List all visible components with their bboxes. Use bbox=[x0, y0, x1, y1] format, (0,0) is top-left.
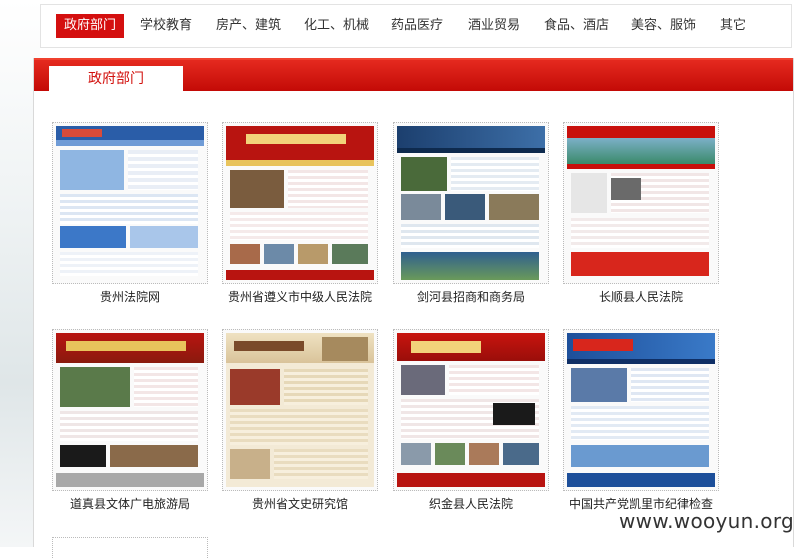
site-caption[interactable]: 贵州省文史研究馆 bbox=[202, 495, 398, 512]
site-thumbnail[interactable] bbox=[393, 122, 549, 284]
site-card[interactable]: 中国共产党凯里市纪律检查 bbox=[563, 329, 719, 511]
site-caption[interactable]: 贵州省遵义市中级人民法院 bbox=[202, 288, 398, 305]
site-thumbnail[interactable] bbox=[52, 122, 208, 284]
site-card[interactable]: 剑河县招商和商务局 bbox=[393, 122, 549, 304]
site-caption[interactable]: 剑河县招商和商务局 bbox=[373, 288, 569, 305]
site-thumbnail[interactable] bbox=[52, 329, 208, 491]
site-card[interactable]: 贵州省文史研究馆 bbox=[222, 329, 378, 511]
site-caption[interactable]: 道真县文体广电旅游局 bbox=[32, 495, 228, 512]
nav-item-realestate[interactable]: 房产、建筑 bbox=[216, 14, 281, 38]
nav-item-medicine[interactable]: 药品医疗 bbox=[391, 14, 443, 38]
site-card[interactable]: 织金县人民法院 bbox=[393, 329, 549, 511]
nav-item-other[interactable]: 其它 bbox=[720, 14, 746, 38]
site-thumbnail-partial[interactable] bbox=[52, 537, 208, 558]
site-caption[interactable]: 织金县人民法院 bbox=[373, 495, 569, 512]
site-card[interactable]: 道真县文体广电旅游局 bbox=[52, 329, 208, 511]
nav-item-liquor-trade[interactable]: 酒业贸易 bbox=[468, 14, 520, 38]
site-card[interactable]: 贵州省遵义市中级人民法院 bbox=[222, 122, 378, 304]
site-card[interactable]: 贵州法院网 bbox=[52, 122, 208, 304]
nav-item-chemical[interactable]: 化工、机械 bbox=[304, 14, 369, 38]
nav-item-beauty-apparel[interactable]: 美容、服饰 bbox=[631, 14, 696, 38]
site-thumbnail[interactable] bbox=[222, 329, 378, 491]
nav-item-food-hotel[interactable]: 食品、酒店 bbox=[544, 14, 609, 38]
site-thumbnail[interactable] bbox=[393, 329, 549, 491]
site-thumbnail[interactable] bbox=[563, 122, 719, 284]
site-thumbnail[interactable] bbox=[222, 122, 378, 284]
panel-tab-government[interactable]: 政府部门 bbox=[49, 66, 183, 93]
site-card[interactable]: 长顺县人民法院 bbox=[563, 122, 719, 304]
category-nav: 政府部门 学校教育 房产、建筑 化工、机械 药品医疗 酒业贸易 食品、酒店 美容… bbox=[40, 4, 792, 48]
site-caption[interactable]: 长顺县人民法院 bbox=[543, 288, 739, 305]
site-caption[interactable]: 贵州法院网 bbox=[32, 288, 228, 305]
site-thumbnail[interactable] bbox=[563, 329, 719, 491]
watermark: www.wooyun.org bbox=[619, 509, 794, 533]
nav-item-government[interactable]: 政府部门 bbox=[56, 14, 125, 38]
nav-item-education[interactable]: 学校教育 bbox=[140, 14, 192, 38]
